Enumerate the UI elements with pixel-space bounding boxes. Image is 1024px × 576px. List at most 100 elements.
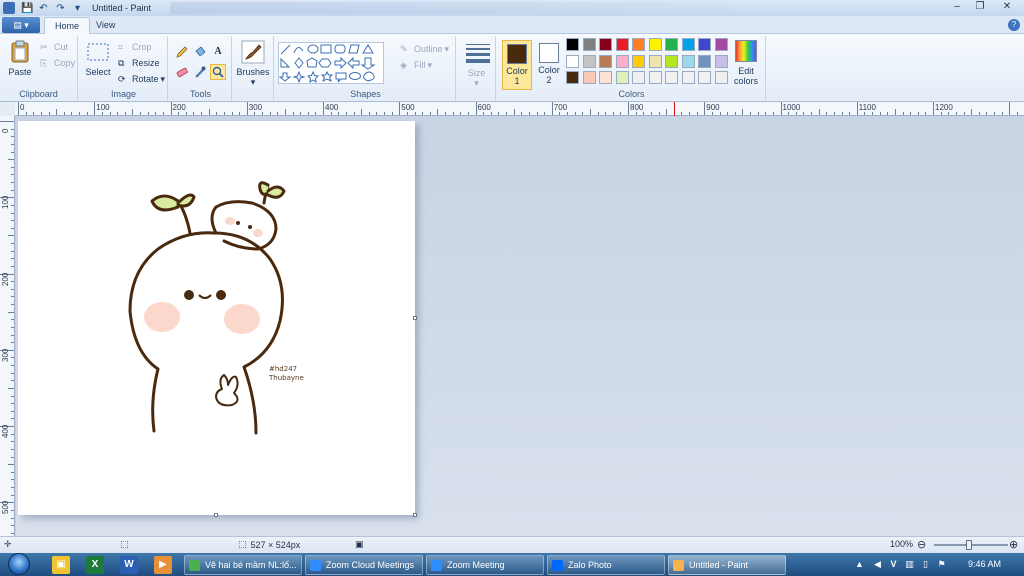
color-picker-icon[interactable]	[192, 64, 208, 80]
palette-swatch[interactable]	[714, 38, 728, 51]
select-button[interactable]: Select	[80, 40, 116, 77]
copy-button[interactable]: ⎘ Copy	[40, 56, 75, 70]
zoom-out-button[interactable]: ⊖	[917, 538, 926, 551]
palette-swatch[interactable]	[632, 38, 645, 51]
action-center-icon[interactable]: ⚑	[936, 559, 947, 570]
zoom-in-button[interactable]: ⊕	[1009, 538, 1018, 551]
resize-handle-corner[interactable]	[413, 513, 417, 517]
palette-swatch[interactable]	[582, 71, 596, 84]
text-tool-icon[interactable]: A	[210, 44, 226, 60]
palette-swatch[interactable]	[648, 54, 662, 68]
eraser-icon[interactable]	[174, 64, 190, 80]
resize-handle-bottom[interactable]	[214, 513, 218, 517]
palette-swatch[interactable]	[582, 54, 596, 68]
drawing-canvas[interactable]: #hd247 Thubayne	[18, 121, 415, 515]
chevron-down-icon: ▾	[250, 77, 256, 87]
outline-button[interactable]: ✎ Outline ▾	[400, 42, 449, 56]
word-icon[interactable]: W	[120, 556, 138, 574]
zoom-slider-thumb[interactable]	[966, 540, 972, 550]
palette-swatch[interactable]	[632, 54, 645, 68]
edit-colors-button[interactable]: Edit colors	[734, 40, 758, 86]
ruler-label: 500	[401, 103, 415, 112]
palette-swatch[interactable]	[632, 71, 645, 84]
palette-swatch[interactable]	[714, 54, 728, 68]
palette-swatch[interactable]	[615, 71, 629, 84]
palette-swatch[interactable]	[681, 38, 695, 51]
start-button[interactable]	[4, 553, 34, 576]
ruler-tick	[284, 109, 286, 115]
palette-swatch[interactable]	[599, 38, 612, 51]
palette-swatch[interactable]	[698, 71, 711, 84]
shapes-gallery[interactable]	[278, 42, 384, 84]
palette-swatch[interactable]	[582, 38, 596, 51]
palette-swatch[interactable]	[648, 71, 662, 84]
palette-swatch[interactable]	[566, 54, 579, 68]
fill-bucket-icon[interactable]	[192, 44, 208, 60]
color1-button[interactable]: Color 1	[502, 40, 532, 90]
resize-handle-right[interactable]	[413, 316, 417, 320]
pencil-icon[interactable]	[174, 44, 190, 60]
palette-swatch[interactable]	[615, 54, 629, 68]
canvas-workspace[interactable]: #hd247 Thubayne	[16, 117, 1024, 536]
paint-app-icon[interactable]	[3, 2, 15, 14]
undo-icon[interactable]: ↶	[38, 3, 49, 14]
save-icon[interactable]: 💾	[21, 3, 33, 14]
palette-swatch[interactable]	[566, 38, 579, 51]
palette-swatch[interactable]	[599, 71, 612, 84]
ruler-tick	[109, 112, 111, 115]
ruler-tick	[772, 112, 774, 115]
title-bar-background-reflection	[170, 2, 730, 14]
palette-swatch[interactable]	[698, 38, 711, 51]
palette-swatch[interactable]	[665, 54, 678, 68]
taskbar-item-zalo-photo[interactable]: Zalo Photo	[547, 555, 665, 575]
language-indicator[interactable]: V	[888, 559, 899, 570]
maximize-button[interactable]: ❐	[969, 0, 991, 14]
chevron-down-icon: ▾	[160, 73, 166, 84]
help-icon[interactable]: ?	[1008, 19, 1020, 31]
battery-icon[interactable]: ▯	[920, 559, 931, 570]
paint-menu-button[interactable]: ▤ ▾	[2, 17, 40, 33]
fill-button[interactable]: ◈ Fill ▾	[400, 58, 432, 72]
cut-button[interactable]: ✂ Cut	[40, 40, 68, 54]
customize-toolbar-icon[interactable]: ▾	[72, 3, 83, 14]
ruler-tick	[132, 109, 134, 115]
tray-overflow-icon[interactable]: ▲	[854, 559, 865, 570]
tab-view[interactable]: View	[86, 17, 125, 34]
palette-swatch[interactable]	[665, 71, 678, 84]
palette-swatch[interactable]	[615, 38, 629, 51]
taskbar-item-paint[interactable]: Untitled - Paint	[668, 555, 786, 575]
clipboard-group: Paste ✂ Cut ⎘ Copy Clipboard	[0, 36, 78, 100]
network-icon[interactable]: ▥	[904, 559, 915, 570]
brushes-button[interactable]: Brushes ▾	[234, 40, 272, 88]
palette-swatch[interactable]	[599, 54, 612, 68]
palette-swatch[interactable]	[566, 71, 579, 84]
palette-swatch[interactable]	[681, 54, 695, 68]
clock[interactable]: 9:46 AM	[968, 553, 1001, 576]
rotate-button[interactable]: ⟳ Rotate ▾	[118, 72, 165, 86]
taskbar-item-zoom-meeting[interactable]: Zoom Meeting	[426, 555, 544, 575]
resize-button[interactable]: ⧉ Resize	[118, 56, 160, 70]
magnifier-icon[interactable]	[210, 64, 226, 80]
palette-swatch[interactable]	[665, 38, 678, 51]
tools-group-label: Tools	[189, 89, 211, 99]
redo-icon[interactable]: ↷	[55, 3, 66, 14]
media-player-icon[interactable]: ▶	[154, 556, 172, 574]
palette-swatch[interactable]	[648, 38, 662, 51]
palette-swatch[interactable]	[714, 71, 728, 84]
ruler-tick	[955, 112, 957, 115]
taskbar-item-zoom-cloud[interactable]: Zoom Cloud Meetings	[305, 555, 423, 575]
minimize-button[interactable]: –	[946, 0, 968, 14]
color2-button[interactable]: Color 2	[534, 40, 564, 90]
file-explorer-icon[interactable]: ▣	[52, 556, 70, 574]
palette-swatch[interactable]	[681, 71, 695, 84]
crop-button[interactable]: ⌗ Crop	[118, 40, 152, 54]
paste-button[interactable]: Paste	[2, 40, 38, 77]
volume-icon[interactable]: ◀	[872, 559, 883, 570]
taskbar-item-chrome[interactable]: Vẽ hai bé mầm NL:lố...	[184, 555, 302, 575]
palette-swatch[interactable]	[698, 54, 711, 68]
excel-icon[interactable]: X	[86, 556, 104, 574]
size-icon[interactable]	[466, 44, 490, 66]
tab-home[interactable]: Home	[44, 17, 91, 34]
taskbar-item-label: Vẽ hai bé mầm NL:lố...	[205, 560, 297, 570]
close-button[interactable]: ✕	[992, 0, 1022, 14]
